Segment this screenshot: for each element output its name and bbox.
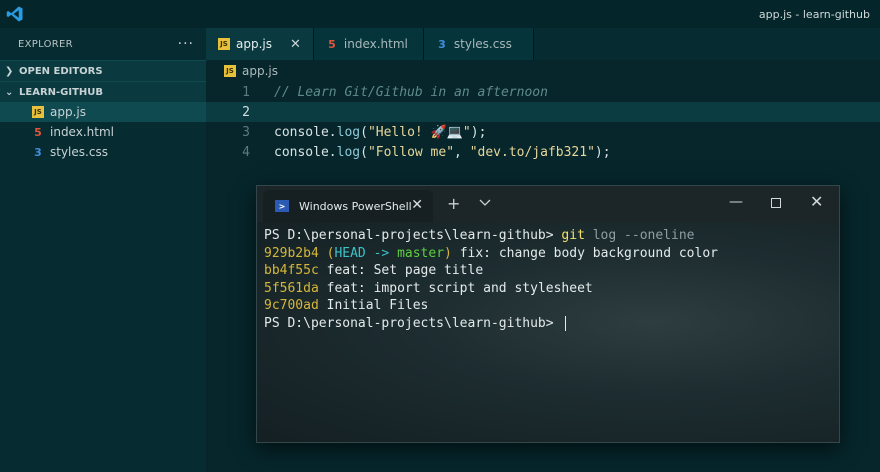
minimize-icon[interactable]: — — [729, 194, 743, 210]
css-file-icon: 3 — [438, 37, 446, 51]
file-item-app-js[interactable]: JS app.js — [0, 102, 206, 122]
terminal-line: PS D:\personal-projects\learn-github> — [264, 315, 718, 334]
ref-paren: ) — [444, 245, 452, 261]
code-token: ); — [470, 124, 487, 140]
window-title: app.js - learn-github — [758, 8, 870, 21]
code-text: console.log("Hello! 🚀💻"); — [250, 125, 486, 140]
line-number: 4 — [242, 144, 250, 160]
explorer-title: EXPLORER — [18, 38, 73, 50]
commit-line: 5f561da feat: import script and styleshe… — [264, 281, 718, 299]
maximize-icon[interactable] — [771, 198, 781, 208]
file-name: index.html — [50, 125, 114, 139]
code-string: "Hello! 🚀💻" — [367, 124, 471, 140]
commit-message: fix: change body background color — [451, 245, 718, 261]
close-tab-icon[interactable]: ✕ — [411, 197, 423, 213]
code-string: "Follow me" — [367, 144, 455, 160]
commit-line: 9c700ad Initial Files — [264, 298, 718, 316]
explorer-header: EXPLORER ··· — [0, 28, 206, 60]
code-token: ( — [360, 124, 368, 140]
line-number: 3 — [242, 124, 250, 140]
commit-line: 929b2b4 (HEAD -> master) fix: change bod… — [264, 246, 718, 264]
powershell-window[interactable]: > Windows PowerShell ✕ + — ✕ PS D:\perso… — [256, 185, 840, 443]
explorer-sidebar: EXPLORER ··· ❯ OPEN EDITORS ⌄ LEARN-GITH… — [0, 28, 206, 472]
command-args: log --oneline — [584, 228, 695, 243]
commit-line: bb4f55c feat: Set page title — [264, 263, 718, 281]
commit-hash: bb4f55c — [264, 263, 319, 278]
prompt: PS D:\personal-projects\learn-github> — [264, 315, 562, 331]
text-cursor — [565, 315, 567, 331]
code-text: console.log("Follow me", "dev.to/jafb321… — [250, 145, 611, 160]
command: git — [561, 228, 585, 243]
close-window-icon[interactable]: ✕ — [810, 192, 823, 211]
terminal-output[interactable]: PS D:\personal-projects\learn-github> gi… — [264, 228, 718, 333]
vscode-logo-icon — [6, 6, 23, 22]
code-token: log — [336, 144, 361, 160]
html-file-icon: 5 — [328, 37, 336, 51]
title-bar: app.js - learn-github — [0, 0, 880, 28]
js-file-icon: JS — [218, 38, 230, 50]
code-line: 3 console.log("Hello! 🚀💻"); — [206, 122, 880, 142]
terminal-tab-bar: > Windows PowerShell ✕ + — ✕ — [257, 186, 839, 222]
js-file-icon: JS — [32, 106, 44, 118]
code-token: , — [454, 144, 470, 160]
tab-index-html[interactable]: 5 index.html — [313, 28, 424, 60]
code-editor[interactable]: 1 // Learn Git/Github in an afternoon 2 … — [206, 82, 880, 162]
more-actions-icon[interactable]: ··· — [178, 36, 194, 52]
close-tab-icon[interactable]: ✕ — [290, 37, 301, 52]
chevron-right-icon: ❯ — [5, 65, 14, 77]
file-item-styles-css[interactable]: 3 styles.css — [0, 142, 206, 162]
breadcrumb[interactable]: JS app.js — [206, 60, 880, 82]
code-token: console — [274, 144, 329, 160]
code-token: . — [328, 144, 337, 160]
code-string: "dev.to/jafb321" — [469, 144, 595, 160]
tab-styles-css[interactable]: 3 styles.css — [423, 28, 534, 60]
breadcrumb-file: app.js — [242, 64, 278, 78]
terminal-tab[interactable]: > Windows PowerShell ✕ — [263, 190, 433, 222]
code-line: 1 // Learn Git/Github in an afternoon — [206, 82, 880, 102]
commit-hash: 9c700ad — [264, 298, 319, 313]
terminal-tab-title: Windows PowerShell — [299, 199, 412, 213]
new-tab-icon[interactable]: + — [447, 194, 460, 213]
line-number: 1 — [242, 84, 250, 100]
prompt: PS D:\personal-projects\learn-github> — [264, 228, 562, 243]
code-token: ); — [594, 144, 611, 160]
code-line-current: 2 — [206, 102, 880, 122]
tab-label: app.js — [236, 37, 272, 51]
head-ref: HEAD -> — [334, 245, 398, 261]
chevron-down-icon: ⌄ — [5, 86, 14, 98]
editor-tabs: JS app.js ✕ 5 index.html 3 styles.css — [206, 28, 880, 60]
chevron-down-icon[interactable] — [479, 196, 491, 208]
code-token: console — [274, 124, 329, 140]
folder-section[interactable]: ⌄ LEARN-GITHUB — [0, 81, 206, 102]
file-item-index-html[interactable]: 5 index.html — [0, 122, 206, 142]
commit-hash: 929b2b4 — [264, 245, 319, 261]
code-token: log — [336, 124, 361, 140]
branch-name: master — [397, 245, 445, 261]
terminal-line: PS D:\personal-projects\learn-github> gi… — [264, 228, 718, 246]
tab-label: index.html — [343, 37, 408, 51]
powershell-icon: > — [275, 200, 289, 212]
commit-message: Initial Files — [318, 298, 429, 313]
commit-hash: 5f561da — [264, 280, 319, 296]
tab-label: styles.css — [453, 37, 512, 51]
code-token: ( — [360, 144, 368, 160]
html-file-icon: 5 — [34, 125, 42, 139]
open-editors-section[interactable]: ❯ OPEN EDITORS — [0, 60, 206, 81]
open-editors-label: OPEN EDITORS — [19, 65, 103, 77]
commit-message: feat: Set page title — [318, 263, 484, 278]
file-name: styles.css — [50, 145, 108, 159]
code-token: . — [328, 124, 337, 140]
folder-label: LEARN-GITHUB — [19, 86, 104, 98]
line-number: 2 — [242, 104, 250, 120]
code-line: 4 console.log("Follow me", "dev.to/jafb3… — [206, 142, 880, 162]
js-file-icon: JS — [224, 65, 236, 77]
css-file-icon: 3 — [34, 145, 42, 159]
commit-message: feat: import script and stylesheet — [318, 280, 593, 296]
tab-app-js[interactable]: JS app.js ✕ — [206, 28, 314, 60]
code-comment: // Learn Git/Github in an afternoon — [274, 84, 548, 100]
file-name: app.js — [50, 105, 86, 119]
ref-paren: ( — [318, 245, 335, 261]
